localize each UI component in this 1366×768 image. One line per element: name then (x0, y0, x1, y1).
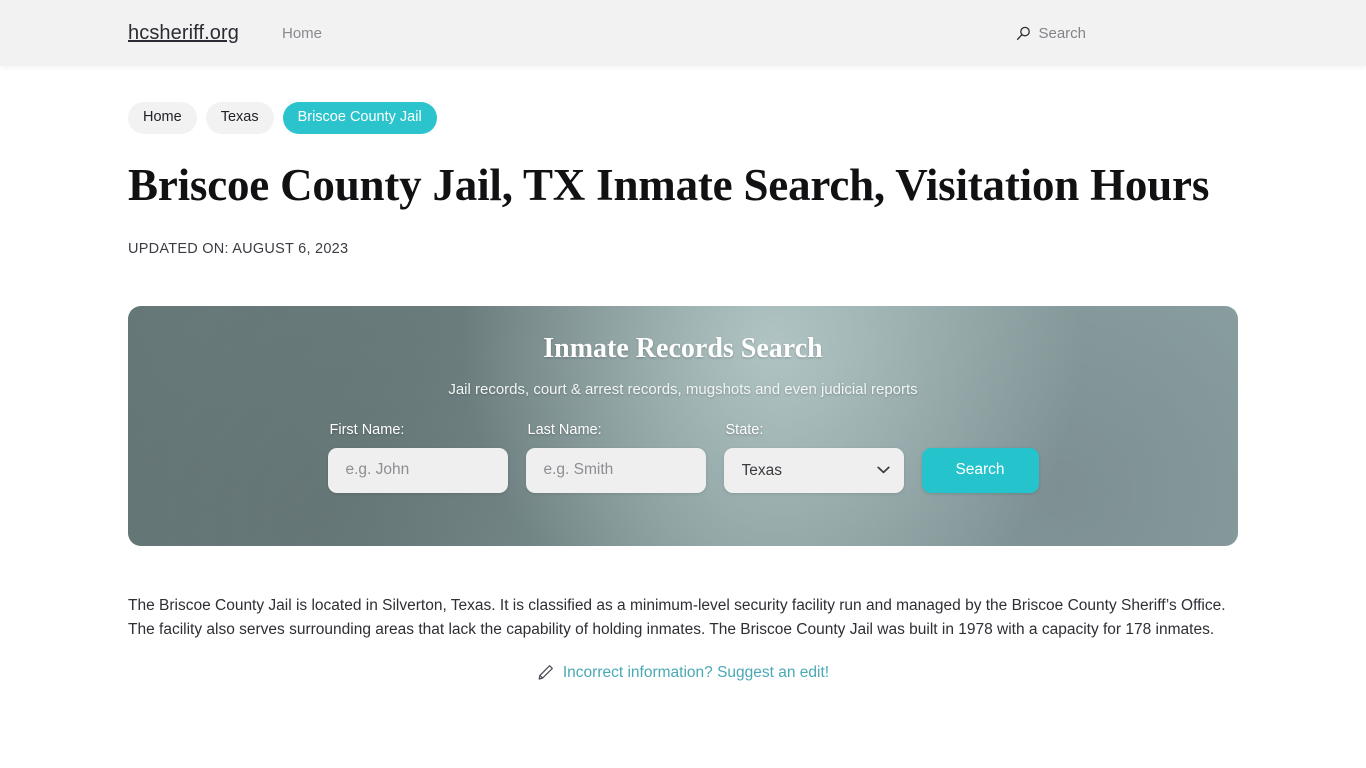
breadcrumb-item-current[interactable]: Briscoe County Jail (282, 102, 437, 134)
page-title: Briscoe County Jail, TX Inmate Search, V… (128, 159, 1210, 210)
search-panel-title: Inmate Records Search (543, 332, 823, 364)
inmate-records-search-panel: Inmate Records Search Jail records, cour… (128, 305, 1238, 546)
state-field-group: State: Texas (723, 421, 904, 493)
last-name-field-group: Last Name: (525, 421, 706, 493)
inmate-search-submit-button[interactable]: Search (921, 447, 1039, 493)
suggest-edit-link[interactable]: Incorrect information? Suggest an edit! (563, 664, 829, 682)
state-select[interactable]: Texas (723, 447, 904, 493)
search-panel-content: Inmate Records Search Jail records, cour… (128, 306, 1238, 493)
nav-item-home[interactable]: Home (282, 25, 322, 42)
last-name-input[interactable] (525, 447, 706, 493)
search-icon (1016, 26, 1031, 41)
inmate-search-form: First Name: Last Name: State: Texas (128, 422, 1238, 493)
main-nav: Home (282, 25, 322, 42)
site-header: hcsheriff.org Home Search (0, 0, 1366, 66)
header-search-trigger[interactable]: Search (1016, 25, 1086, 42)
last-name-label: Last Name: (527, 421, 602, 438)
breadcrumb-item-home[interactable]: Home (128, 102, 197, 134)
first-name-field-group: First Name: (327, 421, 508, 493)
header-search-label: Search (1038, 24, 1086, 42)
state-label: State: (725, 421, 764, 438)
facility-description-paragraph: The Briscoe County Jail is located in Si… (128, 596, 1226, 638)
first-name-input[interactable] (327, 447, 508, 493)
pencil-icon (537, 664, 554, 681)
suggest-edit-row: Incorrect information? Suggest an edit! (128, 664, 1238, 682)
site-logo[interactable]: hcsheriff.org (128, 22, 239, 45)
search-panel-subtitle: Jail records, court & arrest records, mu… (448, 380, 918, 398)
first-name-label: First Name: (329, 421, 405, 438)
updated-on-text: UPDATED ON: AUGUST 6, 2023 (128, 240, 349, 257)
breadcrumb-item-texas[interactable]: Texas (205, 102, 274, 134)
breadcrumb: Home Texas Briscoe County Jail (128, 66, 1238, 134)
state-select-wrap: Texas (723, 447, 904, 493)
page-content: Home Texas Briscoe County Jail Briscoe C… (0, 66, 1366, 682)
header-inner: hcsheriff.org Home Search (0, 0, 1366, 66)
